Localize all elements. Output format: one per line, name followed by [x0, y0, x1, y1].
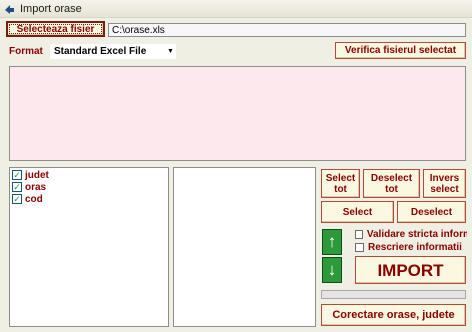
strict-validation-option[interactable]: Validare stricta informatii	[355, 228, 467, 240]
move-up-button[interactable]: ↑	[322, 229, 342, 255]
strict-validation-label: Validare stricta informatii	[366, 228, 467, 240]
file-preview-area[interactable]	[9, 66, 466, 161]
arrow-up-icon: ↑	[327, 232, 337, 251]
fix-cities-button[interactable]: Corectare orase, judete	[321, 304, 466, 326]
window-title: Import orase	[20, 3, 82, 15]
columns-checklist[interactable]: ✓ judet ✓ oras ✓ cod	[9, 167, 169, 327]
format-select[interactable]: Standard Excel File ▼	[50, 44, 176, 59]
column-item-oras[interactable]: ✓ oras	[12, 181, 46, 193]
title-bar[interactable]: Import orase	[0, 0, 472, 18]
selected-columns-list[interactable]	[173, 167, 316, 327]
arrow-down-icon: ↓	[327, 260, 337, 279]
move-down-button[interactable]: ↓	[322, 257, 342, 283]
verify-file-button[interactable]: Verifica fisierul selectat	[335, 42, 466, 59]
column-label: cod	[25, 193, 43, 205]
select-file-button[interactable]: Selecteaza fisier	[6, 21, 105, 37]
column-item-judet[interactable]: ✓ judet	[12, 169, 49, 181]
invert-selection-button[interactable]: Invers select	[423, 169, 466, 198]
checkbox-checked-icon[interactable]: ✓	[12, 182, 22, 192]
import-button[interactable]: IMPORT	[355, 256, 466, 284]
column-label: judet	[25, 169, 49, 181]
checkbox-checked-icon[interactable]: ✓	[12, 170, 22, 180]
app-arrow-icon	[5, 5, 14, 14]
deselect-button[interactable]: Deselect	[397, 201, 466, 223]
checkbox-unchecked-icon[interactable]	[355, 229, 363, 239]
deselect-all-button[interactable]: Deselect tot	[363, 169, 420, 198]
format-label: Format	[9, 46, 43, 57]
select-button[interactable]: Select	[321, 201, 394, 223]
select-all-button[interactable]: Select tot	[321, 169, 360, 198]
file-path-field[interactable]: C:\orase.xls	[108, 23, 466, 37]
checkbox-checked-icon[interactable]: ✓	[12, 194, 22, 204]
format-selected-value: Standard Excel File	[54, 46, 147, 57]
column-item-cod[interactable]: ✓ cod	[12, 193, 43, 205]
column-label: oras	[25, 181, 47, 193]
dropdown-arrow-icon: ▼	[167, 48, 174, 55]
overwrite-option[interactable]: Rescriere informatii	[355, 241, 467, 253]
checkbox-unchecked-icon[interactable]	[355, 242, 364, 252]
overwrite-label: Rescriere informatii	[368, 241, 462, 253]
import-progress-bar	[321, 290, 466, 299]
